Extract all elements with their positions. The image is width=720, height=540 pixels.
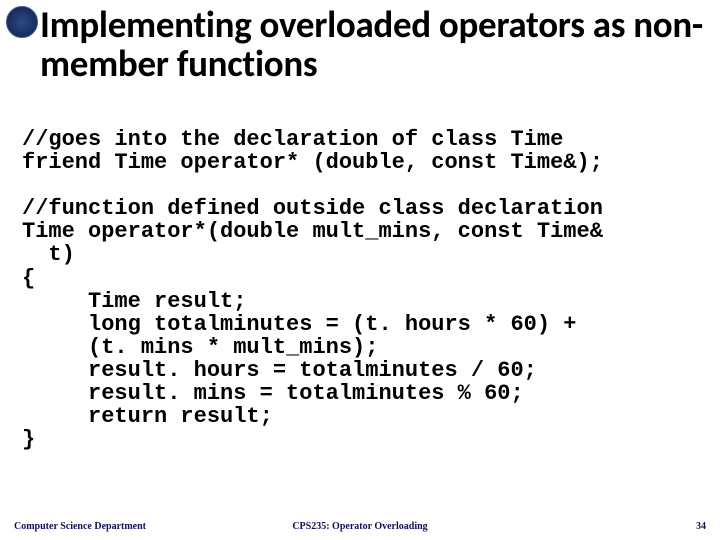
footer-course: CPS235: Operator Overloading (0, 521, 720, 532)
footer-page-number: 34 (696, 521, 706, 532)
slide-title: Implementing overloaded operators as non… (40, 6, 708, 84)
slide-footer: Computer Science Department CPS235: Oper… (0, 516, 720, 532)
institution-seal-icon (6, 6, 38, 38)
code-block: //goes into the declaration of class Tim… (22, 128, 708, 451)
